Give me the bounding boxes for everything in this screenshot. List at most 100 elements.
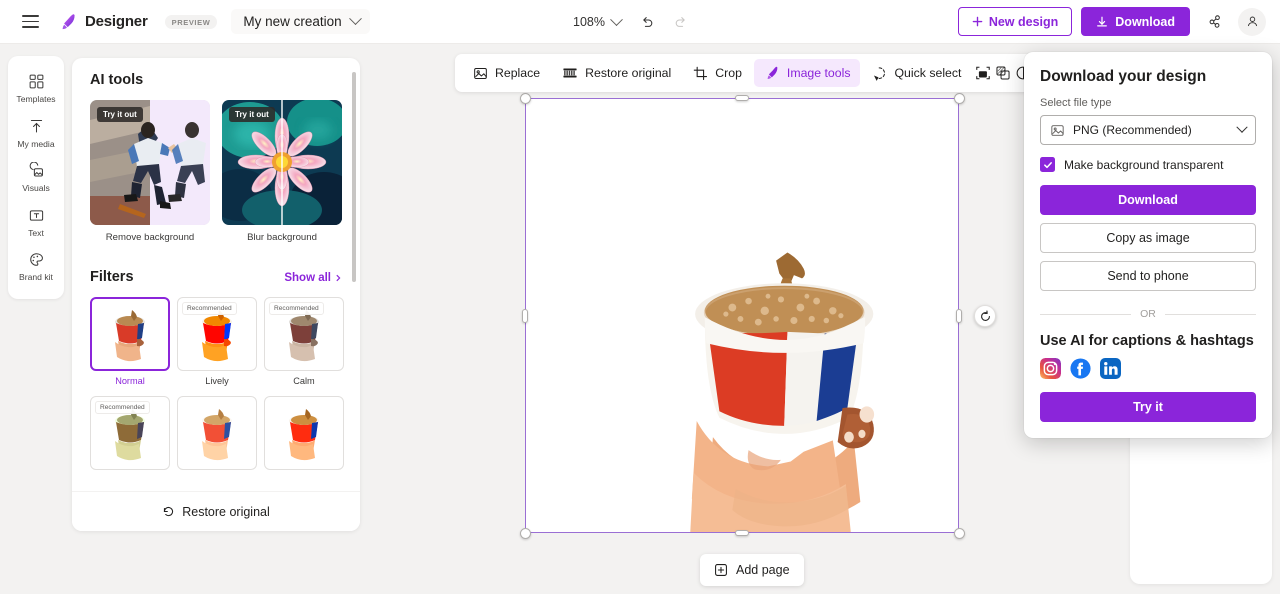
toolbar-fit-image-button[interactable]	[973, 59, 991, 87]
filter-preview-image	[202, 409, 232, 461]
resize-handle-top-left[interactable]	[520, 93, 531, 104]
image-tools-icon	[767, 66, 778, 79]
filter-lively[interactable]: Recommended Lively	[177, 297, 257, 386]
ai-tools-panel: AI tools Try it out Remove background Tr…	[72, 58, 360, 531]
filter-thumbnail: Recommended	[177, 297, 257, 371]
filter-thumbnail	[264, 396, 344, 470]
restore-original-label: Restore original	[182, 504, 270, 519]
new-design-button[interactable]: New design	[957, 7, 1073, 36]
hamburger-icon[interactable]	[14, 6, 46, 38]
sidebar-item-templates[interactable]: Templates	[10, 66, 62, 109]
toolbar-crop-button[interactable]: Crop	[683, 59, 752, 87]
filter-preview-image	[115, 310, 145, 362]
sidebar-item-brand-kit[interactable]: Brand kit	[10, 244, 62, 287]
sidebar-item-label: Templates	[16, 94, 56, 104]
filter-option-4[interactable]: Recommended	[90, 396, 170, 475]
resize-handle-top[interactable]	[735, 95, 749, 101]
filter-thumbnail	[177, 396, 257, 470]
show-all-filters-button[interactable]: Show all	[284, 272, 342, 284]
transparent-background-checkbox[interactable]: Make background transparent	[1040, 157, 1256, 172]
try-it-button[interactable]: Try it	[1040, 392, 1256, 422]
sidebar-item-label: Visuals	[22, 183, 50, 194]
filter-name: Calm	[293, 376, 315, 386]
ai-tools-grid: Try it out Remove background Try it out …	[90, 100, 342, 243]
share-button[interactable]	[1199, 7, 1229, 37]
chevron-down-icon	[610, 12, 623, 26]
instagram-icon[interactable]	[1040, 358, 1061, 379]
filter-option-5[interactable]	[177, 396, 257, 475]
resize-handle-left[interactable]	[522, 309, 528, 323]
divider-line	[1164, 313, 1256, 315]
sidebar-item-visuals[interactable]: Visuals	[10, 155, 62, 198]
linkedin-icon[interactable]	[1100, 358, 1121, 379]
rotate-icon	[980, 309, 990, 321]
download-icon	[1097, 16, 1108, 26]
undo-icon	[643, 17, 653, 27]
filter-normal[interactable]: Normal	[90, 297, 170, 386]
chevron-right-icon	[336, 274, 341, 282]
zoom-value: 108%	[573, 15, 605, 29]
sidebar-item-label: My media	[17, 138, 55, 149]
resize-handle-right[interactable]	[956, 309, 962, 323]
download-flyout: Download your design Select file type PN…	[1024, 52, 1272, 438]
file-type-label: Select file type	[1040, 97, 1112, 109]
new-design-label: New design	[988, 14, 1059, 29]
sidebar-item-my-media[interactable]: My media	[10, 111, 62, 154]
resize-handle-bottom-left[interactable]	[520, 528, 531, 539]
image-replace-icon	[474, 67, 487, 79]
or-label: OR	[1140, 308, 1156, 320]
filter-thumbnail: Recommended	[264, 297, 344, 371]
panel-scrollbar[interactable]	[352, 72, 356, 282]
resize-handle-bottom-right[interactable]	[954, 528, 965, 539]
zoom-dropdown[interactable]: 108%	[566, 10, 628, 34]
templates-icon	[29, 74, 43, 89]
add-page-button[interactable]: Add page	[700, 554, 804, 586]
sidebar-item-text[interactable]: Text	[10, 200, 62, 243]
account-button[interactable]	[1238, 7, 1266, 36]
resize-handle-bottom[interactable]	[735, 530, 749, 536]
file-type-select[interactable]: PNG (Recommended)	[1040, 115, 1256, 145]
designer-logo-icon	[62, 13, 75, 29]
filter-thumbnail: Recommended	[90, 396, 170, 470]
download-label: Download	[1115, 14, 1175, 29]
restore-icon	[563, 68, 577, 78]
flyout-download-button[interactable]: Download	[1040, 185, 1256, 215]
filter-thumbnail	[90, 297, 170, 371]
filter-option-6[interactable]	[264, 396, 344, 475]
toolbar-quick-select-button[interactable]: Quick select	[862, 59, 971, 87]
ai-tool-thumbnail: Try it out	[222, 100, 342, 225]
ai-tool-blur-background[interactable]: Try it out Blur background	[222, 100, 342, 243]
toolbar-replace-button[interactable]: Replace	[463, 59, 550, 87]
download-button[interactable]: Download	[1081, 7, 1190, 36]
send-to-phone-button[interactable]: Send to phone	[1040, 261, 1256, 291]
facebook-icon[interactable]	[1070, 358, 1091, 379]
flyout-title: Download your design	[1040, 68, 1207, 85]
document-title-dropdown[interactable]: My new creation	[231, 9, 370, 34]
panel-scroll-area: AI tools Try it out Remove background Tr…	[72, 58, 360, 491]
filter-calm[interactable]: Recommended Calm	[264, 297, 344, 386]
redo-button[interactable]	[666, 7, 696, 37]
crop-icon	[693, 66, 708, 80]
left-rail: Templates My media Visuals Text Brand ki…	[8, 56, 64, 299]
recommended-badge: Recommended	[269, 302, 324, 315]
social-icons-row	[1040, 358, 1256, 379]
toolbar-image-tools-button[interactable]: Image tools	[753, 59, 861, 87]
undo-button[interactable]	[632, 7, 662, 37]
upload-icon	[30, 119, 42, 133]
filter-grid: Normal Recommended Lively Recommended Ca…	[90, 297, 344, 475]
filter-name: Normal	[115, 376, 145, 386]
resize-handle-top-right[interactable]	[954, 93, 965, 104]
toolbar-restore-original-button[interactable]: Restore original	[552, 59, 681, 87]
recommended-badge: Recommended	[182, 302, 237, 315]
restore-original-button[interactable]: Restore original	[72, 491, 360, 531]
rotate-handle[interactable]	[974, 305, 996, 327]
sidebar-item-label: Text	[28, 227, 44, 238]
copy-as-image-button[interactable]: Copy as image	[1040, 223, 1256, 253]
ai-captions-title: Use AI for captions & hashtags	[1040, 333, 1254, 349]
image-toolbar: Replace Restore original Crop Image tool…	[455, 54, 1040, 92]
or-divider: OR	[1040, 308, 1256, 320]
palette-icon	[29, 253, 43, 267]
ai-tool-remove-background[interactable]: Try it out Remove background	[90, 100, 210, 243]
transparent-background-label: Make background transparent	[1064, 157, 1224, 172]
toolbar-transparency-button[interactable]	[994, 59, 1012, 87]
